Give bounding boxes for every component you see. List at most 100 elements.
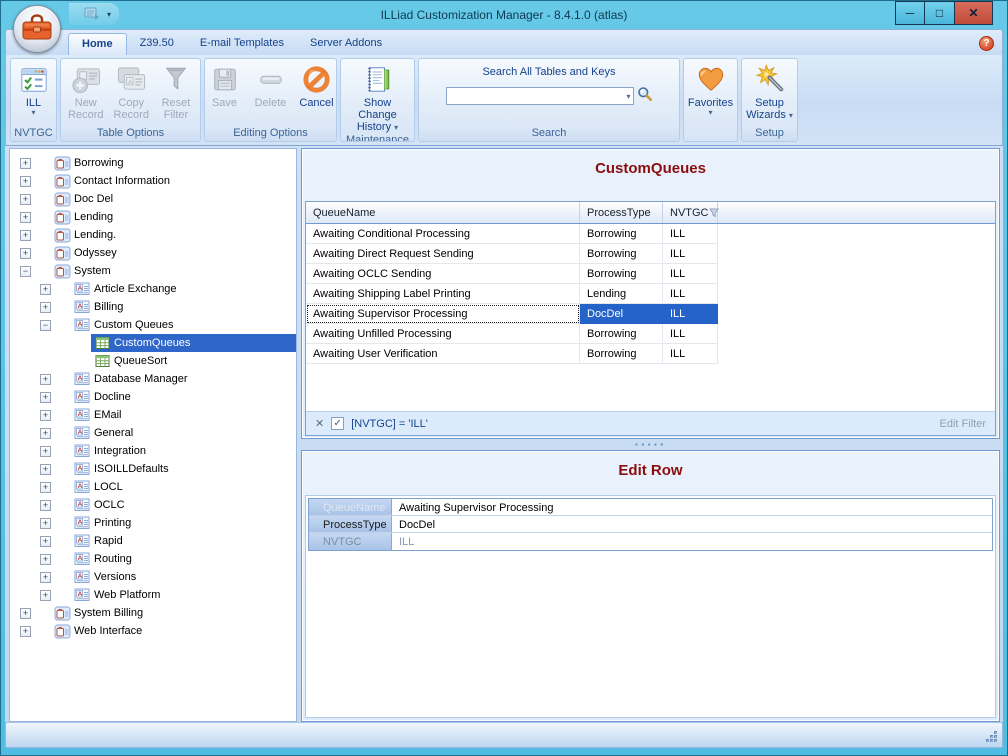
close-button[interactable]: ✕	[955, 1, 993, 25]
expand-icon[interactable]: +	[20, 248, 31, 259]
search-icon[interactable]	[637, 86, 653, 105]
setup-wizards-button[interactable]: Setup Wizards ▾	[743, 61, 796, 122]
grid-cell[interactable]: ILL	[663, 324, 718, 344]
filter-enabled-checkbox[interactable]: ✓	[331, 417, 344, 430]
expand-icon[interactable]: +	[40, 518, 51, 529]
column-header-processtype[interactable]: ProcessType	[580, 202, 663, 223]
expand-icon[interactable]: +	[20, 212, 31, 223]
tab-e-mail-templates[interactable]: E-mail Templates	[187, 33, 297, 55]
expand-icon[interactable]: +	[40, 554, 51, 565]
tree-item-email[interactable]: +AEMail	[10, 406, 296, 424]
show-change-history-button[interactable]: Show Change History ▾	[342, 61, 413, 134]
tree-item-contact-information[interactable]: +Contact Information	[10, 172, 296, 190]
grid-cell[interactable]: ILL	[663, 264, 718, 284]
column-header-queuename[interactable]: QueueName	[306, 202, 580, 223]
tree-item-printing[interactable]: +APrinting	[10, 514, 296, 532]
delete-button[interactable]: Delete	[251, 61, 291, 109]
grid-row-4[interactable]: Awaiting Supervisor ProcessingDocDelILL	[306, 304, 718, 324]
favorites-button[interactable]: Favorites ▾	[685, 61, 736, 116]
expand-icon[interactable]: +	[20, 626, 31, 637]
expand-icon[interactable]: +	[40, 428, 51, 439]
tree-item-general[interactable]: +AGeneral	[10, 424, 296, 442]
grid-cell[interactable]: ILL	[663, 284, 718, 304]
grid-row-3[interactable]: Awaiting Shipping Label PrintingLendingI…	[306, 284, 718, 304]
tab-z39-50[interactable]: Z39.50	[127, 33, 187, 55]
grid-cell[interactable]: Borrowing	[580, 224, 663, 244]
tree-item-web-interface[interactable]: +Web Interface	[10, 622, 296, 640]
grid-cell[interactable]: Awaiting Conditional Processing	[306, 224, 580, 244]
grid-cell[interactable]: Borrowing	[580, 344, 663, 364]
grid-cell[interactable]: Awaiting Supervisor Processing	[306, 304, 580, 324]
reset-filter-button[interactable]: Reset Filter	[156, 61, 196, 121]
expand-icon[interactable]: +	[20, 158, 31, 169]
expand-icon[interactable]: +	[40, 374, 51, 385]
tree-item-web-platform[interactable]: +AWeb Platform	[10, 586, 296, 604]
tree-item-doc-del[interactable]: +Doc Del	[10, 190, 296, 208]
tab-server-addons[interactable]: Server Addons	[297, 33, 395, 55]
grid-cell[interactable]: Awaiting Direct Request Sending	[306, 244, 580, 264]
minimize-button[interactable]: ─	[895, 1, 925, 25]
grid-cell[interactable]: ILL	[663, 244, 718, 264]
search-dropdown-icon[interactable]: ▾	[626, 92, 630, 101]
expand-icon[interactable]: +	[40, 284, 51, 295]
resize-grip[interactable]	[985, 730, 999, 744]
grid-cell[interactable]: Borrowing	[580, 244, 663, 264]
grid-cell[interactable]: ILL	[663, 344, 718, 364]
tree-item-docline[interactable]: +ADocline	[10, 388, 296, 406]
tree-item-integration[interactable]: +AIntegration	[10, 442, 296, 460]
tree-item-borrowing[interactable]: +Borrowing	[10, 154, 296, 172]
edit-field-value[interactable]: DocDel	[392, 516, 992, 532]
grid-row-0[interactable]: Awaiting Conditional ProcessingBorrowing…	[306, 224, 718, 244]
tree-item-system[interactable]: −System	[10, 262, 296, 280]
nvtgc-ill-button[interactable]: ILL ▾	[14, 61, 54, 116]
grid-row-1[interactable]: Awaiting Direct Request SendingBorrowing…	[306, 244, 718, 264]
grid-cell[interactable]: Awaiting Unfilled Processing	[306, 324, 580, 344]
expand-icon[interactable]: +	[40, 590, 51, 601]
grid-row-2[interactable]: Awaiting OCLC SendingBorrowingILL	[306, 264, 718, 284]
collapse-icon[interactable]: −	[20, 266, 31, 277]
grid-cell[interactable]: Borrowing	[580, 324, 663, 344]
expand-icon[interactable]: +	[40, 500, 51, 511]
expand-icon[interactable]: +	[40, 446, 51, 457]
expand-icon[interactable]: +	[20, 608, 31, 619]
copy-record-button[interactable]: A Copy Record	[111, 61, 152, 121]
application-menu-button[interactable]	[13, 5, 61, 53]
grid-cell[interactable]: Awaiting Shipping Label Printing	[306, 284, 580, 304]
panel-splitter[interactable]: ·····	[301, 439, 1000, 450]
grid-cell[interactable]: DocDel	[580, 304, 663, 324]
expand-icon[interactable]: +	[20, 194, 31, 205]
edit-filter-link[interactable]: Edit Filter	[940, 418, 986, 430]
expand-icon[interactable]: +	[20, 230, 31, 241]
collapse-icon[interactable]: −	[40, 320, 51, 331]
expand-icon[interactable]: +	[40, 410, 51, 421]
grid-cell[interactable]: Lending	[580, 284, 663, 304]
grid-cell[interactable]: ILL	[663, 304, 718, 324]
edit-field-value[interactable]: Awaiting Supervisor Processing	[392, 499, 992, 515]
expand-icon[interactable]: +	[40, 302, 51, 313]
quick-access-icon[interactable]	[83, 5, 101, 24]
grid-cell[interactable]: Borrowing	[580, 264, 663, 284]
quick-access-dropdown-icon[interactable]: ▾	[107, 10, 111, 19]
filter-close-icon[interactable]: ✕	[315, 417, 324, 430]
save-button[interactable]: Save	[205, 61, 245, 109]
grid-row-5[interactable]: Awaiting Unfilled ProcessingBorrowingILL	[306, 324, 718, 344]
expand-icon[interactable]: +	[40, 536, 51, 547]
expand-icon[interactable]: +	[40, 464, 51, 475]
tree-item-custom-queues[interactable]: −ACustom Queues	[10, 316, 296, 334]
tree-item-versions[interactable]: +AVersions	[10, 568, 296, 586]
tree-item-rapid[interactable]: +ARapid	[10, 532, 296, 550]
tree-item-isoilldefaults[interactable]: +AISOILLDefaults	[10, 460, 296, 478]
grid-row-6[interactable]: Awaiting User VerificationBorrowingILL	[306, 344, 718, 364]
tree-item-article-exchange[interactable]: +AArticle Exchange	[10, 280, 296, 298]
edit-field-value[interactable]: ILL	[392, 533, 992, 550]
expand-icon[interactable]: +	[40, 572, 51, 583]
tree-item-database-manager[interactable]: +ADatabase Manager	[10, 370, 296, 388]
tree-item-lending[interactable]: +Lending.	[10, 226, 296, 244]
tree-item-system-billing[interactable]: +System Billing	[10, 604, 296, 622]
expand-icon[interactable]: +	[20, 176, 31, 187]
tree-item-oclc[interactable]: +AOCLC	[10, 496, 296, 514]
tree-item-billing[interactable]: +ABilling	[10, 298, 296, 316]
tab-home[interactable]: Home	[68, 33, 127, 55]
maximize-button[interactable]: □	[925, 1, 955, 25]
help-button[interactable]: ?	[979, 36, 994, 51]
